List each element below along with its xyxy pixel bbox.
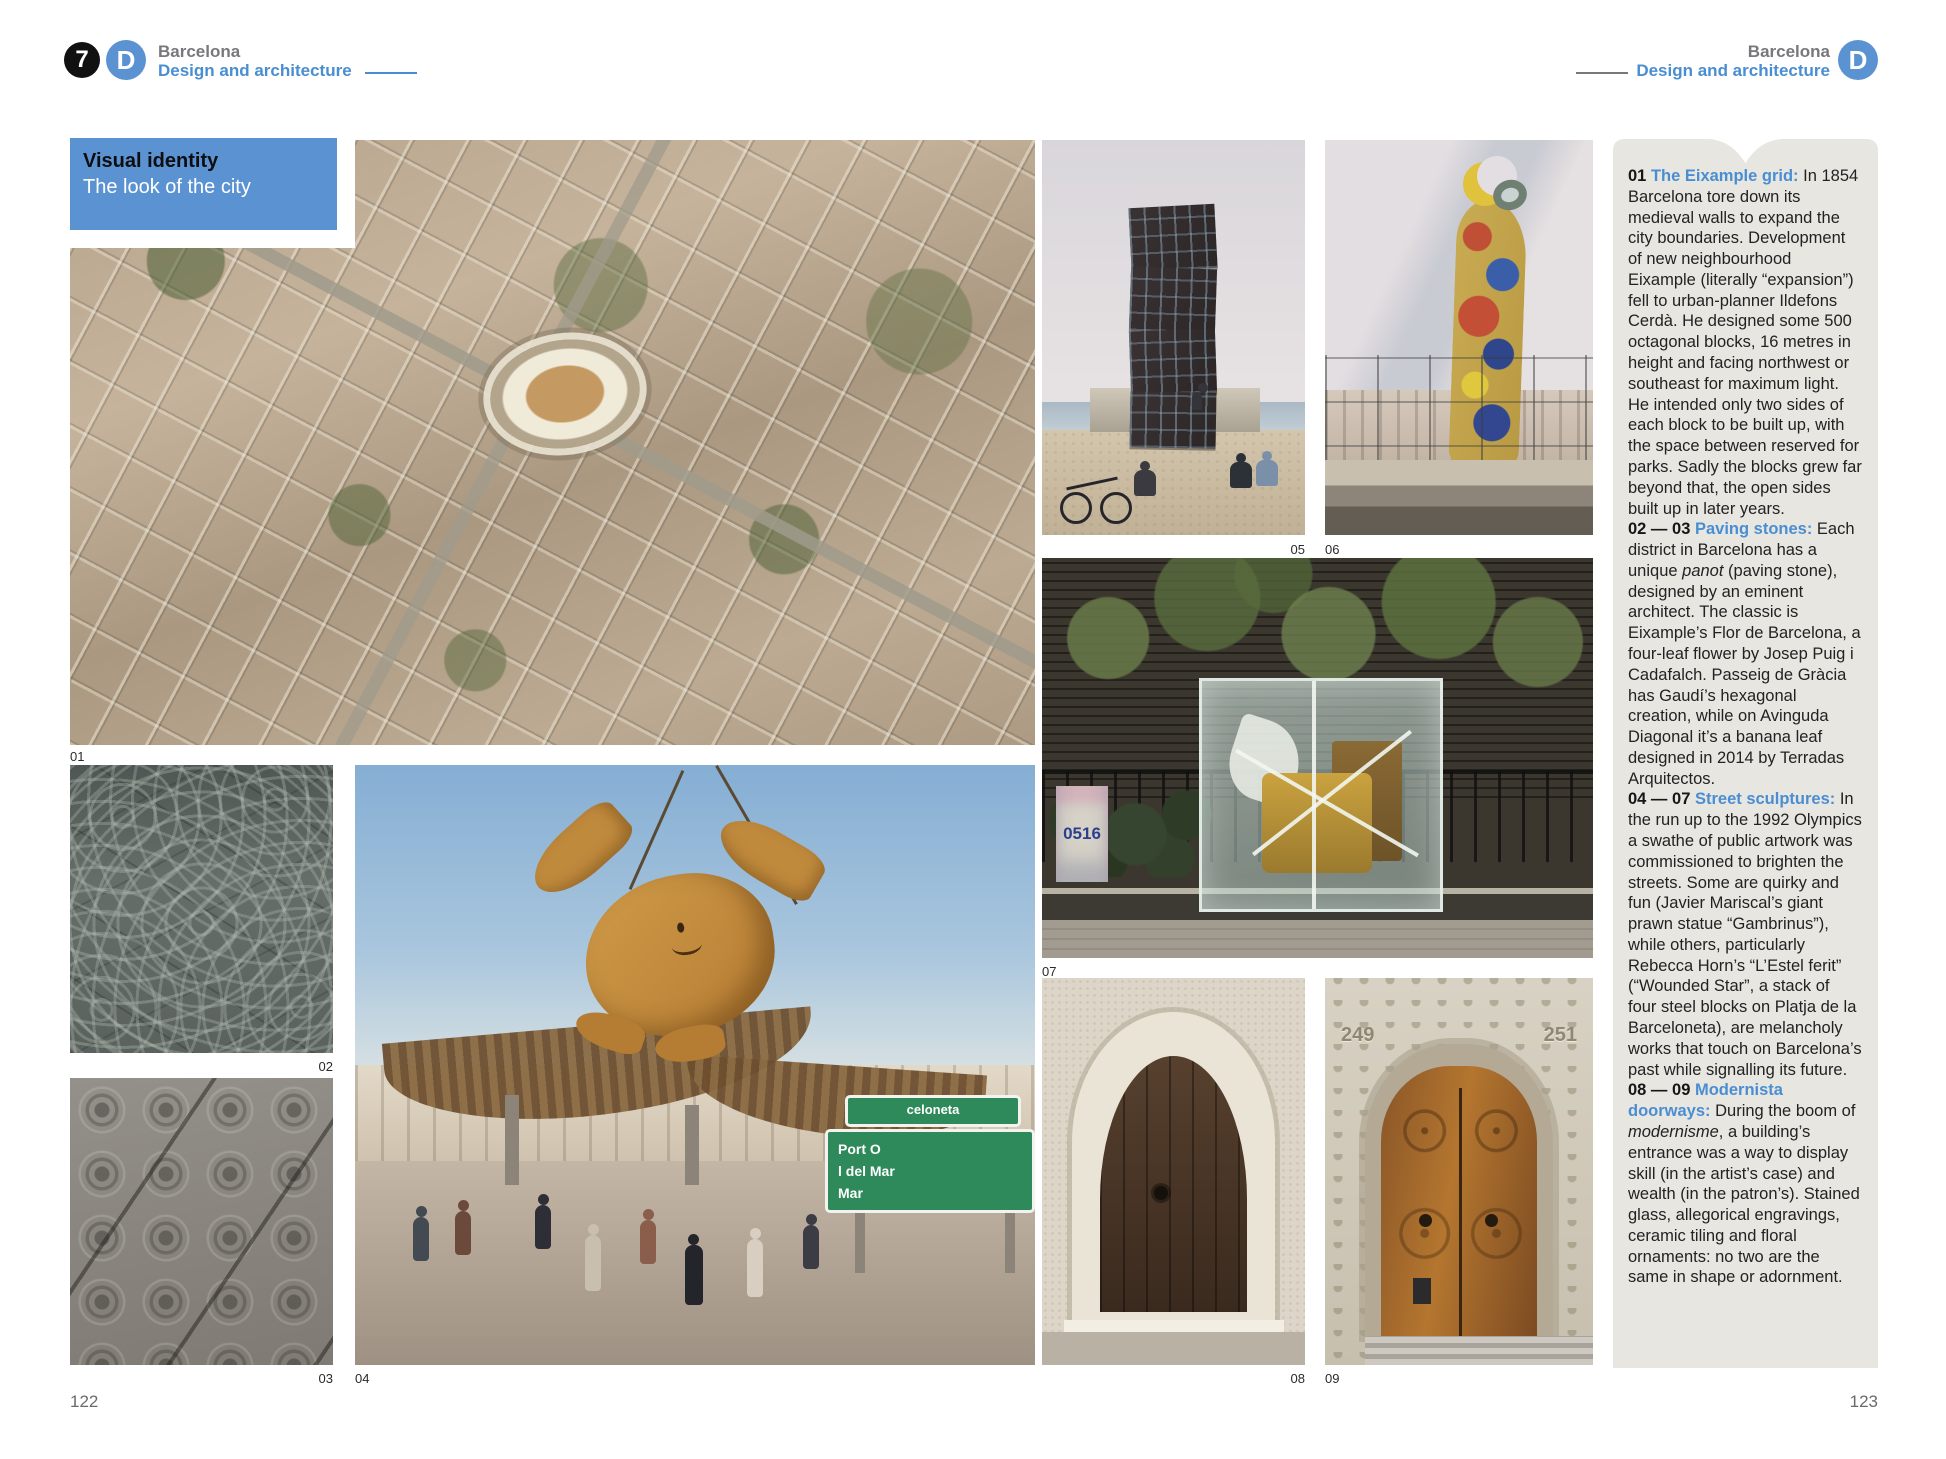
door-knocker <box>1419 1214 1432 1227</box>
photo-label-01: 01 <box>70 749 84 764</box>
pedestrian-figure <box>640 1220 656 1264</box>
section-letter: D <box>1849 45 1868 76</box>
sitting-person <box>1256 460 1278 486</box>
prawn-eye <box>677 922 685 933</box>
pavement <box>1042 920 1593 958</box>
pedestrian-figure <box>535 1205 551 1249</box>
standing-person <box>1192 392 1202 410</box>
pavement <box>1042 1332 1305 1365</box>
sitting-person <box>1134 470 1156 496</box>
sidebar-info-panel: 01 The Eixample grid: In 1854 Barcelona … <box>1613 139 1878 1368</box>
steel-block <box>1128 204 1217 272</box>
street-sign-port: Port O l del Mar Mar <box>825 1129 1035 1213</box>
pergola-post <box>685 1105 699 1185</box>
photo-label-06: 06 <box>1325 542 1339 557</box>
graffiti-pillar: 0516 <box>1056 786 1108 882</box>
photo-wounded-star-tower <box>1042 140 1305 535</box>
sidebar-caption-text: 01 The Eixample grid: In 1854 Barcelona … <box>1628 166 1862 1288</box>
section-letter: D <box>117 45 136 76</box>
photo-label-08: 08 <box>1042 1371 1305 1386</box>
page-number-left: 122 <box>70 1392 98 1412</box>
steel-block <box>1129 267 1217 334</box>
photo-label-03: 03 <box>70 1371 333 1386</box>
sign-text: Port O <box>838 1138 1022 1160</box>
section-title-box: Visual identity The look of the city <box>70 138 337 230</box>
page-title: Visual identity <box>83 148 337 174</box>
pedestrian-figure <box>413 1217 429 1261</box>
pedestrian-figure <box>685 1245 703 1305</box>
sign-pole <box>855 1213 865 1273</box>
design-section-d-icon: D <box>106 40 146 80</box>
sitting-person <box>1230 462 1252 488</box>
photo-label-09: 09 <box>1325 1371 1339 1386</box>
sign-pole <box>1005 1213 1015 1273</box>
header-section: Design and architecture <box>158 61 352 80</box>
header-city: Barcelona <box>158 42 352 61</box>
photo-modernista-doorway: 249 251 <box>1325 978 1593 1365</box>
pergola-post <box>505 1095 519 1185</box>
street-sign-barceloneta: celoneta <box>845 1095 1021 1127</box>
chapter-number: 7 <box>75 46 88 74</box>
photo-miro-woman-and-bird <box>1325 140 1593 535</box>
prawn-smile <box>671 934 703 957</box>
photo-gambrinus-promenade: celoneta Port O l del Mar Mar <box>355 765 1035 1365</box>
bicycle-wheel <box>1100 492 1132 524</box>
sign-text: celoneta <box>907 1102 960 1117</box>
photo-flor-de-barcelona-paving <box>70 1078 333 1365</box>
header-left: Barcelona Design and architecture <box>158 42 352 80</box>
photo-gaudi-hexagon-paving <box>70 765 333 1053</box>
design-section-d-icon: D <box>1838 40 1878 80</box>
sign-text: l del Mar <box>838 1160 1022 1182</box>
door-knocker <box>1485 1214 1498 1227</box>
rooftop-walkway <box>1325 460 1593 535</box>
photo-label-02: 02 <box>70 1059 333 1074</box>
pedestrian-figure <box>803 1225 819 1269</box>
pedestrian-figure <box>747 1239 763 1297</box>
pedestrian-figure <box>585 1235 601 1291</box>
steel-block <box>1130 391 1217 448</box>
page-number-right: 123 <box>1678 1392 1878 1412</box>
bicycle-wheel <box>1060 492 1092 524</box>
photo-label-04: 04 <box>355 1371 369 1386</box>
house-number-right: 251 <box>1544 1024 1577 1047</box>
photo-label-05: 05 <box>1042 542 1305 557</box>
header-city: Barcelona <box>1500 42 1830 61</box>
photo-glass-cube-monument: 0516 <box>1042 558 1593 958</box>
header-section: Design and architecture <box>1500 61 1830 80</box>
header-right: Barcelona Design and architecture <box>1500 42 1830 80</box>
house-number-left: 249 <box>1341 1024 1374 1047</box>
sign-text: Mar <box>838 1182 1022 1204</box>
glass-cube <box>1199 678 1443 912</box>
mailbox <box>1413 1278 1431 1304</box>
entrance-steps <box>1365 1336 1593 1365</box>
page-subtitle: The look of the city <box>83 174 337 200</box>
graffiti-text: 0516 <box>1063 824 1101 844</box>
photo-label-07: 07 <box>1042 964 1056 979</box>
chapter-number-badge: 7 <box>64 42 100 78</box>
door-knocker <box>1154 1186 1168 1200</box>
header-rule-left <box>365 72 417 74</box>
pedestrian-figure <box>455 1211 471 1255</box>
carved-double-doors <box>1381 1066 1537 1336</box>
doorstep <box>1064 1320 1284 1332</box>
photo-dark-wooden-doorway <box>1042 978 1305 1365</box>
yellow-sofa <box>1262 773 1372 873</box>
